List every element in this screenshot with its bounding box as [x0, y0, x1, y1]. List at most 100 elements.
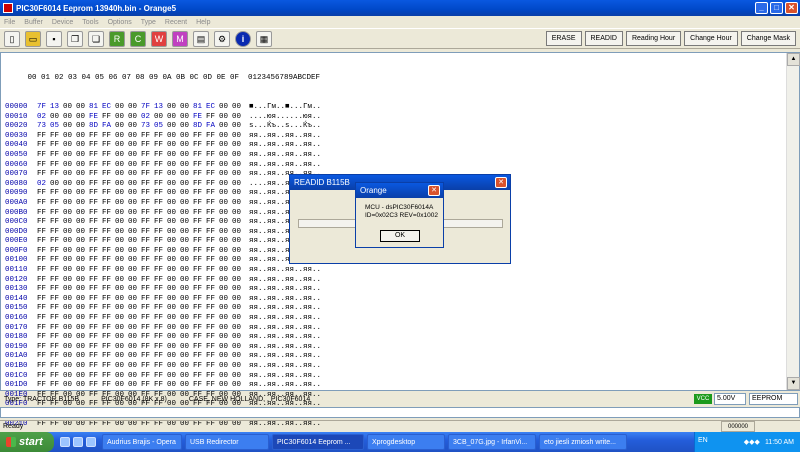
hex-byte[interactable]: FF — [102, 237, 115, 247]
hex-byte[interactable]: 00 — [180, 209, 193, 219]
hex-byte[interactable]: 00 — [180, 113, 193, 123]
hex-byte[interactable]: 00 — [63, 256, 76, 266]
hex-ascii[interactable]: s...Ќъ..s...Ќъ.. — [249, 122, 321, 132]
hex-byte[interactable]: 81 — [193, 103, 206, 113]
hex-byte[interactable]: FF — [154, 372, 167, 382]
hex-byte[interactable]: 00 — [115, 161, 128, 171]
hex-byte[interactable]: 00 — [115, 324, 128, 334]
hex-byte[interactable]: 00 — [219, 218, 232, 228]
hex-byte[interactable]: 00 — [167, 199, 180, 209]
hex-byte[interactable]: FF — [206, 151, 219, 161]
hex-ascii[interactable]: яя..яя..яя..яя.. — [249, 372, 321, 382]
hex-byte[interactable]: 00 — [63, 295, 76, 305]
hex-byte[interactable]: 00 — [232, 141, 245, 151]
change-hour-button[interactable]: Change Hour — [684, 31, 738, 46]
info-icon[interactable]: i — [235, 30, 251, 47]
hex-byte[interactable]: 00 — [232, 218, 245, 228]
hex-byte[interactable]: 00 — [167, 381, 180, 391]
hex-byte[interactable]: 00 — [167, 122, 180, 132]
hex-byte[interactable]: FF — [37, 199, 50, 209]
reading-hour-button[interactable]: Reading Hour — [625, 31, 682, 46]
hex-byte[interactable]: FF — [206, 381, 219, 391]
hex-ascii[interactable]: яя..яя..яя..яя.. — [249, 295, 321, 305]
hex-byte[interactable]: 13 — [154, 103, 167, 113]
hex-byte[interactable]: FF — [206, 266, 219, 276]
scroll-up-icon[interactable]: ▲ — [787, 53, 800, 66]
hex-byte[interactable]: 00 — [63, 285, 76, 295]
hex-byte[interactable]: FF — [89, 199, 102, 209]
hex-byte[interactable]: 00 — [180, 352, 193, 362]
hex-byte[interactable]: 00 — [219, 381, 232, 391]
hex-byte[interactable]: 00 — [232, 285, 245, 295]
hex-row[interactable]: 00140 FF FF 00 00 FF FF 00 00 FF FF 00 00 FF FF 00 00 яя.… — [5, 295, 321, 305]
hex-byte[interactable]: 00 — [115, 285, 128, 295]
hex-row[interactable]: 00070 FF FF 00 00 FF FF 00 00 FF FF 00 00 FF FF 00 00 яя.… — [5, 170, 321, 180]
hex-byte[interactable]: FF — [141, 199, 154, 209]
hex-byte[interactable]: 00 — [219, 170, 232, 180]
hex-byte[interactable]: 00 — [232, 372, 245, 382]
hex-byte[interactable]: FF — [37, 324, 50, 334]
hex-byte[interactable]: FF — [37, 256, 50, 266]
hex-byte[interactable]: FF — [206, 333, 219, 343]
calculator-icon[interactable]: ▦ — [256, 30, 272, 47]
hex-byte[interactable]: FF — [37, 285, 50, 295]
hex-byte[interactable]: FF — [154, 151, 167, 161]
hex-byte[interactable]: 00 — [167, 324, 180, 334]
menu-device[interactable]: Device — [52, 19, 73, 26]
hex-byte[interactable]: 00 — [76, 237, 89, 247]
hex-byte[interactable]: FF — [50, 362, 63, 372]
hex-byte[interactable]: FF — [102, 324, 115, 334]
hex-ascii[interactable]: яя..яя..яя..яя.. — [249, 161, 321, 171]
voltage-select[interactable]: 5.00V — [714, 393, 746, 405]
hex-byte[interactable]: FF — [37, 295, 50, 305]
hex-byte[interactable]: 00 — [219, 132, 232, 142]
hex-ascii[interactable]: яя..яя..яя..яя.. — [249, 141, 321, 151]
hex-byte[interactable]: 00 — [219, 343, 232, 353]
hex-byte[interactable]: 00 — [63, 343, 76, 353]
hex-byte[interactable]: FF — [141, 141, 154, 151]
hex-row[interactable]: 00060 FF FF 00 00 FF FF 00 00 FF FF 00 00 FF FF 00 00 яя.… — [5, 161, 321, 171]
hex-byte[interactable]: 00 — [115, 141, 128, 151]
readid-close-button[interactable]: ✕ — [495, 177, 507, 188]
hex-byte[interactable]: FF — [102, 333, 115, 343]
hex-byte[interactable]: FF — [37, 381, 50, 391]
hex-byte[interactable]: 00 — [128, 381, 141, 391]
new-icon[interactable]: ▯ — [4, 30, 20, 47]
hex-byte[interactable]: 00 — [76, 295, 89, 305]
hex-ascii[interactable]: яя..яя..яя..яя.. — [249, 362, 321, 372]
hex-byte[interactable]: 00 — [219, 256, 232, 266]
hex-byte[interactable]: 00 — [167, 362, 180, 372]
hex-byte[interactable]: FF — [206, 304, 219, 314]
hex-byte[interactable]: FF — [193, 381, 206, 391]
hex-byte[interactable]: FF — [37, 237, 50, 247]
hex-byte[interactable]: FF — [102, 343, 115, 353]
hex-byte[interactable]: FF — [50, 228, 63, 238]
hex-byte[interactable]: FF — [37, 314, 50, 324]
hex-byte[interactable]: 00 — [115, 180, 128, 190]
hex-row[interactable]: 00130 FF FF 00 00 FF FF 00 00 FF FF 00 00 FF FF 00 00 яя.… — [5, 285, 321, 295]
menu-type[interactable]: Type — [141, 19, 156, 26]
hex-byte[interactable]: 00 — [115, 352, 128, 362]
hex-byte[interactable]: 00 — [219, 199, 232, 209]
hex-byte[interactable]: 00 — [232, 237, 245, 247]
hex-byte[interactable]: 00 — [76, 122, 89, 132]
hex-byte[interactable]: FF — [102, 314, 115, 324]
hex-byte[interactable]: 00 — [76, 362, 89, 372]
hex-byte[interactable]: 00 — [167, 209, 180, 219]
hex-byte[interactable]: 00 — [180, 151, 193, 161]
hex-byte[interactable]: FF — [89, 285, 102, 295]
hex-byte[interactable]: 00 — [76, 199, 89, 209]
hex-byte[interactable]: FF — [50, 161, 63, 171]
hex-byte[interactable]: FF — [154, 199, 167, 209]
hex-byte[interactable]: FF — [102, 170, 115, 180]
hex-byte[interactable]: FF — [102, 161, 115, 171]
device-icon[interactable]: ▤ — [193, 30, 209, 47]
hex-byte[interactable]: FF — [89, 295, 102, 305]
hex-byte[interactable]: 00 — [232, 103, 245, 113]
hex-row[interactable]: 00020 73 05 00 00 8D FA 00 00 73 05 00 00 8D FA 00 00 s..… — [5, 122, 321, 132]
hex-byte[interactable]: FE — [89, 113, 102, 123]
task-usb-redirector[interactable]: USB Redirector — [185, 434, 269, 450]
hex-byte[interactable]: 00 — [180, 333, 193, 343]
hex-byte[interactable]: 00 — [219, 276, 232, 286]
hex-byte[interactable]: FF — [193, 228, 206, 238]
